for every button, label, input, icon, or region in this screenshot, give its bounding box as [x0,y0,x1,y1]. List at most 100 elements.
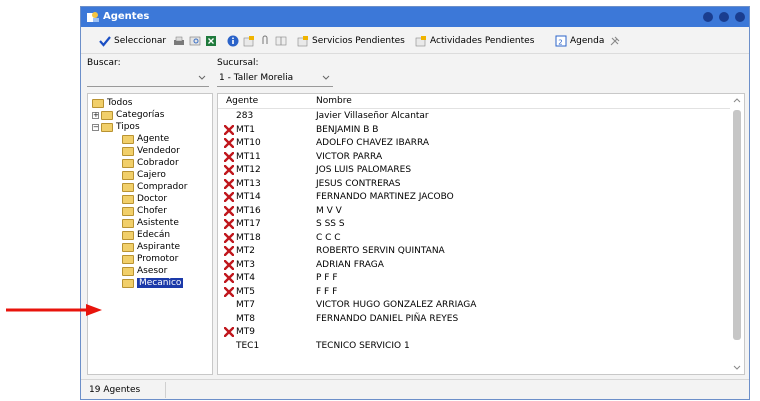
tree-node-label: Doctor [137,194,168,204]
agente-cell: TEC1 [236,340,260,351]
toolbar: Seleccionar Servicios Pendientes Activid… [81,29,749,54]
info-button[interactable] [227,34,242,48]
minimize-button[interactable] [703,12,713,22]
tree-node-tipo[interactable]: Agente [122,133,169,145]
status-bar: 19 Agentes [81,379,749,399]
column-header-nombre[interactable]: Nombre [316,96,352,106]
agent-tree: Todos + Categorías − Tipos Agente Vendedo… [87,93,213,375]
folder-icon [101,122,113,132]
servicios-pendientes-button[interactable]: Servicios Pendientes [297,34,405,48]
tree-node-tipo[interactable]: Doctor [122,193,167,205]
preview-button[interactable] [189,34,204,48]
table-row[interactable]: MT11 VICTOR PARRA [218,151,728,165]
table-row[interactable]: MT13 JESUS CONTRERAS [218,178,728,192]
agente-cell: MT3 [236,259,255,270]
nombre-cell: S SS S [316,219,345,229]
tree-node-categorias[interactable]: + Categorías [92,109,165,121]
folder-icon [122,218,134,228]
table-row[interactable]: MT10 ADOLFO CHAVEZ IBARRA [218,137,728,151]
table-row[interactable]: MT8 FERNANDO DANIEL PIÑA REYES [218,313,728,327]
tree-node-tipo[interactable]: Asesor [122,265,167,277]
table-row[interactable]: MT17 S SS S [218,218,728,232]
table-row[interactable]: MT4 P F F [218,272,728,286]
tree-node-label: Mecanico [137,278,184,288]
table-row[interactable]: MT16 M V V [218,205,728,219]
agente-cell: MT5 [236,286,255,297]
scroll-down-icon[interactable] [732,362,742,372]
status-divider [165,382,166,398]
columns-button[interactable] [275,34,290,48]
tree-node-tipos[interactable]: − Tipos [92,121,140,133]
nombre-cell: Javier Villaseñor Alcantar [316,111,429,121]
nombre-cell: FERNANDO DANIEL PIÑA REYES [316,313,459,324]
excel-button[interactable] [205,34,220,48]
tree-node-label: Categorías [116,110,165,120]
agente-cell: MT1 [236,124,255,135]
folder-icon [122,254,134,264]
nombre-cell: BENJAMIN B B [316,124,379,135]
table-row[interactable]: MT9 [218,326,728,340]
close-button[interactable] [735,12,745,22]
tree-node-tipo[interactable]: Promotor [122,253,178,265]
table-row[interactable]: MT3 ADRIAN FRAGA [218,259,728,273]
tree-node-tipo[interactable]: Chofer [122,205,167,217]
agente-cell: MT17 [236,219,261,229]
table-row[interactable]: MT5 F F F [218,286,728,300]
table-row[interactable]: TEC1 TECNICO SERVICIO 1 [218,340,728,354]
nombre-cell: M V V [316,205,342,216]
column-header-agente[interactable]: Agente [226,96,258,106]
tree-node-tipo[interactable]: Vendedor [122,145,180,157]
tree-node-tipo[interactable]: Aspirante [122,241,180,253]
expand-icon[interactable]: + [92,111,99,119]
scroll-thumb[interactable] [733,110,741,340]
vertical-scrollbar[interactable] [730,94,744,374]
nombre-cell: JESUS CONTRERAS [316,178,401,189]
collapse-icon[interactable]: − [92,123,99,131]
table-row[interactable]: MT18 C C C [218,232,728,246]
buscar-dropdown[interactable] [87,72,209,87]
maximize-button[interactable] [719,12,729,22]
table-row[interactable]: MT7 VICTOR HUGO GONZALEZ ARRIAGA [218,299,728,313]
calendar-icon: 2 [555,35,567,47]
agente-cell: MT10 [236,138,261,148]
inactive-x-icon [224,232,234,243]
tree-node-label: Asistente [137,218,179,228]
tree-node-label: Edecán [137,230,171,240]
printer-icon [174,36,184,45]
folder-icon [122,134,134,144]
seleccionar-button[interactable]: Seleccionar [99,34,166,48]
agenda-button[interactable]: 2 Agenda [555,34,604,48]
table-row[interactable]: 283 Javier Villaseñor Alcantar [218,110,728,124]
scroll-up-icon[interactable] [732,96,742,106]
properties-icon [243,36,254,47]
table-row[interactable]: MT12 JOS LUIS PALOMARES [218,164,728,178]
agente-cell: MT16 [236,205,261,216]
inactive-x-icon [224,138,234,148]
svg-text:2: 2 [558,39,562,47]
sucursal-dropdown[interactable]: 1 - Taller Morelia [217,72,333,87]
nombre-cell: F F F [316,286,338,297]
tree-node-tipo[interactable]: Cajero [122,169,166,181]
tree-node-tipo[interactable]: Cobrador [122,157,179,169]
tree-node-tipo[interactable]: Edecán [122,229,170,241]
tree-node-label: Cobrador [137,158,179,168]
tree-node-label: Chofer [137,206,167,216]
properties-button[interactable] [243,34,258,48]
tree-node-label: Tipos [116,122,140,132]
nombre-cell: ADOLFO CHAVEZ IBARRA [316,138,430,148]
tree-node-tipo[interactable]: Mecanico [122,277,184,289]
actividades-pendientes-button[interactable]: Actividades Pendientes [415,34,534,48]
tree-node-todos[interactable]: Todos [92,97,132,109]
attach-button[interactable] [259,34,274,48]
table-row[interactable]: MT2 ROBERTO SERVIN QUINTANA [218,245,728,259]
table-row[interactable]: MT1 BENJAMIN B B [218,124,728,138]
tree-node-tipo[interactable]: Asistente [122,217,179,229]
tree-node-tipo[interactable]: Comprador [122,181,187,193]
agent-count: 19 Agentes [89,385,141,395]
tools-button[interactable] [609,34,624,48]
table-row[interactable]: MT14 FERNANDO MARTINEZ JACOBO [218,191,728,205]
print-preview-icon [189,36,201,46]
print-button[interactable] [173,34,188,48]
red-arrow-annotation [6,304,102,316]
title-bar[interactable]: Agentes [81,7,749,27]
